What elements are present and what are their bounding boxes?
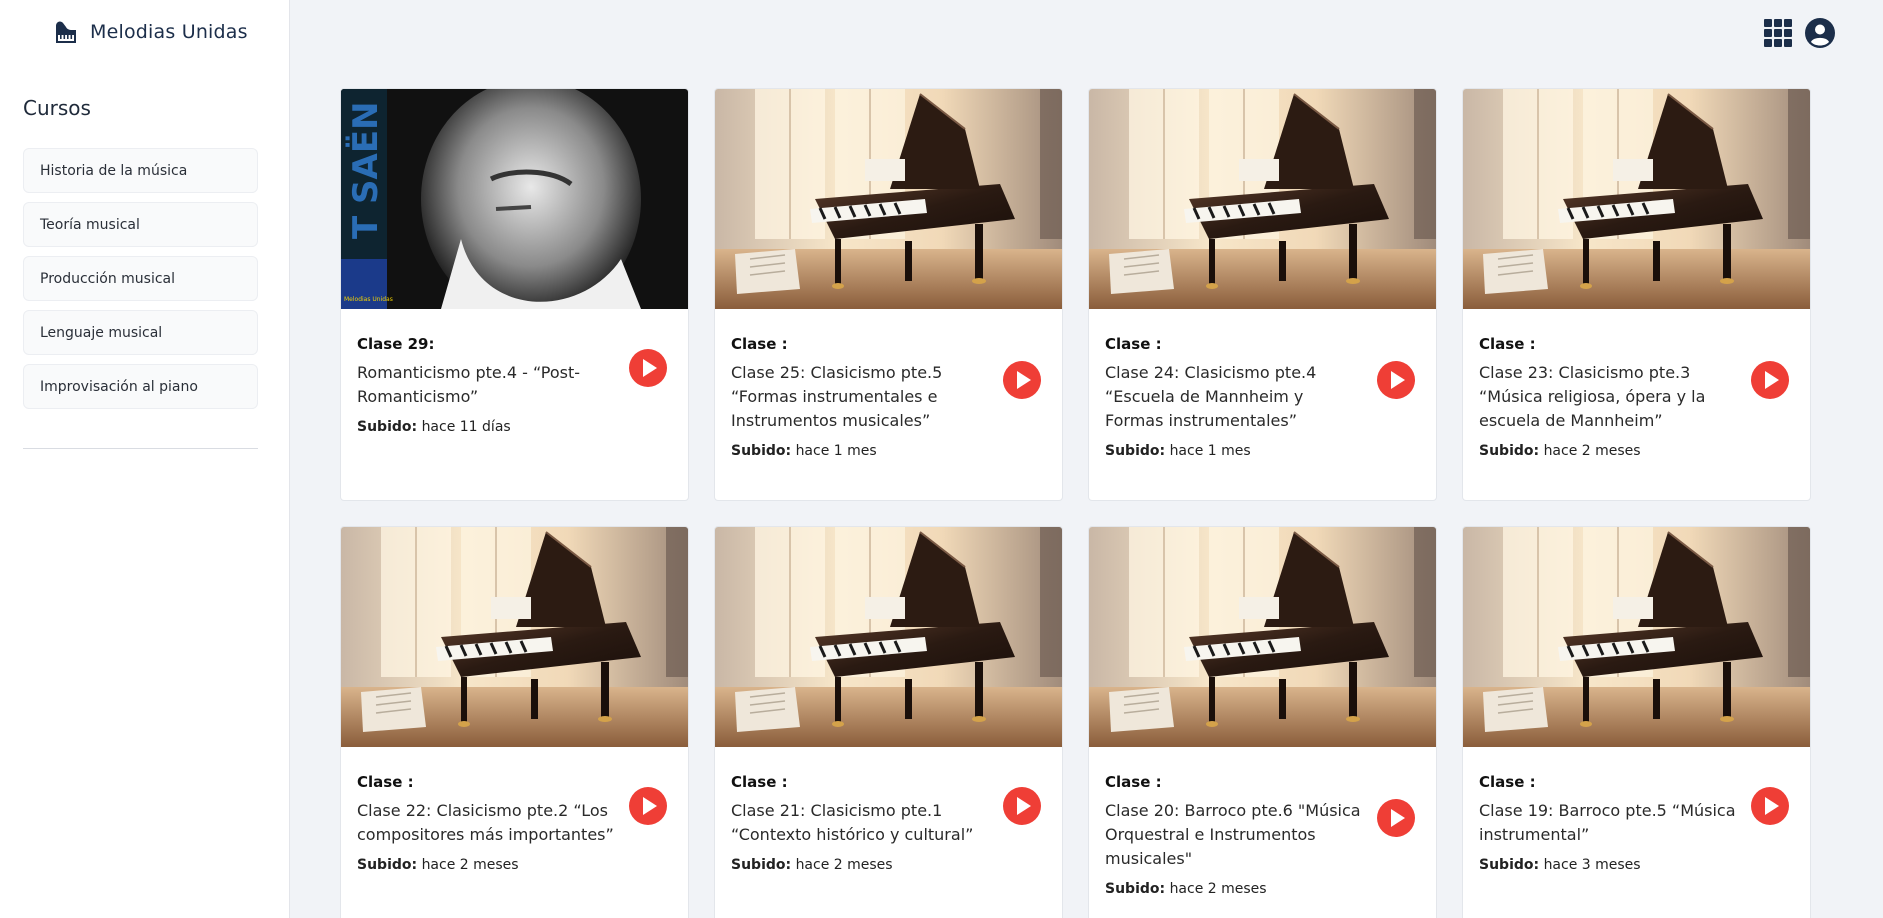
uploaded-label: Subido: [731,443,792,459]
card-heading: Clase : [731,335,788,353]
uploaded-date: hace 2 meses [1543,443,1641,459]
class-card[interactable]: Clase : Clase 20: Barroco pte.6 "Música … [1088,526,1437,918]
uploaded-date: hace 2 meses [1169,881,1267,897]
card-uploaded: Subido: hace 11 días [357,419,672,435]
grid-apps-icon[interactable] [1763,18,1793,48]
class-card[interactable]: Melodias Unidas T SAËN Clase 29: Romanti… [340,88,689,501]
card-uploaded: Subido: hace 1 mes [731,443,1046,459]
piano-thumbnail [1463,527,1810,747]
play-button[interactable] [1377,361,1415,399]
uploaded-date: hace 1 mes [1169,443,1251,459]
uploaded-date: hace 2 meses [421,857,519,873]
play-button[interactable] [1003,361,1041,399]
uploaded-date: hace 1 mes [795,443,877,459]
class-card[interactable]: Clase : Clase 23: Clasicismo pte.3 “Músi… [1462,88,1811,501]
card-title: Romanticismo pte.4 - “Post-Romanticismo” [357,363,581,406]
card-heading: Clase : [1479,335,1536,353]
sidebar-item-historia[interactable]: Historia de la música [23,148,258,193]
card-uploaded: Subido: hace 3 meses [1479,857,1794,873]
piano-thumbnail [1463,89,1810,309]
sidebar: Melodias Unidas Cursos Historia de la mú… [0,0,290,918]
play-button[interactable] [1751,787,1789,825]
uploaded-label: Subido: [357,419,418,435]
card-uploaded: Subido: hace 2 meses [1105,881,1420,897]
portrait-thumbnail: Melodias Unidas T SAËN [341,89,688,309]
piano-thumbnail [715,527,1062,747]
sidebar-item-lenguaje[interactable]: Lenguaje musical [23,310,258,355]
uploaded-label: Subido: [731,857,792,873]
topbar-actions [1763,18,1835,48]
piano-thumbnail [715,89,1062,309]
card-title: Clase 19: Barroco pte.5 “Música instrume… [1479,801,1736,844]
card-heading: Clase : [731,773,788,791]
card-uploaded: Subido: hace 1 mes [1105,443,1420,459]
card-heading: Clase : [1105,335,1162,353]
play-button[interactable] [1377,799,1415,837]
uploaded-label: Subido: [1479,443,1540,459]
class-card[interactable]: Clase : Clase 19: Barroco pte.5 “Música … [1462,526,1811,918]
card-heading: Clase 29: [357,335,435,353]
class-grid: Melodias Unidas T SAËN Clase 29: Romanti… [340,88,1811,918]
brand[interactable]: Melodias Unidas [52,18,248,46]
piano-icon [52,18,80,46]
uploaded-date: hace 11 días [421,419,511,435]
uploaded-label: Subido: [1105,881,1166,897]
class-card[interactable]: Clase : Clase 22: Clasicismo pte.2 “Los … [340,526,689,918]
piano-thumbnail [1089,89,1436,309]
card-title: Clase 20: Barroco pte.6 "Música Orquestr… [1105,801,1361,868]
uploaded-label: Subido: [1479,857,1540,873]
uploaded-date: hace 2 meses [795,857,893,873]
thumbnail-logo-text: Melodias Unidas [344,296,393,303]
card-title: Clase 24: Clasicismo pte.4 “Escuela de M… [1105,363,1317,430]
sidebar-divider [23,448,258,449]
uploaded-label: Subido: [357,857,418,873]
class-card[interactable]: Clase : Clase 21: Clasicismo pte.1 “Cont… [714,526,1063,918]
card-title: Clase 21: Clasicismo pte.1 “Contexto his… [731,801,974,844]
card-heading: Clase : [357,773,414,791]
play-button[interactable] [1003,787,1041,825]
class-card[interactable]: Clase : Clase 25: Clasicismo pte.5 “Form… [714,88,1063,501]
user-circle-icon[interactable] [1805,18,1835,48]
piano-thumbnail [1089,527,1436,747]
card-uploaded: Subido: hace 2 meses [357,857,672,873]
card-heading: Clase : [1105,773,1162,791]
play-button[interactable] [1751,361,1789,399]
uploaded-label: Subido: [1105,443,1166,459]
brand-name: Melodias Unidas [90,21,248,43]
uploaded-date: hace 3 meses [1543,857,1641,873]
play-button[interactable] [629,787,667,825]
card-uploaded: Subido: hace 2 meses [731,857,1046,873]
piano-thumbnail [341,527,688,747]
card-title: Clase 23: Clasicismo pte.3 “Música relig… [1479,363,1706,430]
card-heading: Clase : [1479,773,1536,791]
sidebar-item-teoria[interactable]: Teoría musical [23,202,258,247]
sidebar-item-produccion[interactable]: Producción musical [23,256,258,301]
card-title: Clase 25: Clasicismo pte.5 “Formas instr… [731,363,943,430]
play-button[interactable] [629,349,667,387]
course-list: Historia de la música Teoría musical Pro… [23,148,258,409]
card-uploaded: Subido: hace 2 meses [1479,443,1794,459]
thumbnail-overlay-text: T SAËN [345,101,386,239]
sidebar-item-improvisacion[interactable]: Improvisación al piano [23,364,258,409]
card-title: Clase 22: Clasicismo pte.2 “Los composit… [357,801,614,844]
courses-heading: Cursos [23,96,91,120]
class-card[interactable]: Clase : Clase 24: Clasicismo pte.4 “Escu… [1088,88,1437,501]
